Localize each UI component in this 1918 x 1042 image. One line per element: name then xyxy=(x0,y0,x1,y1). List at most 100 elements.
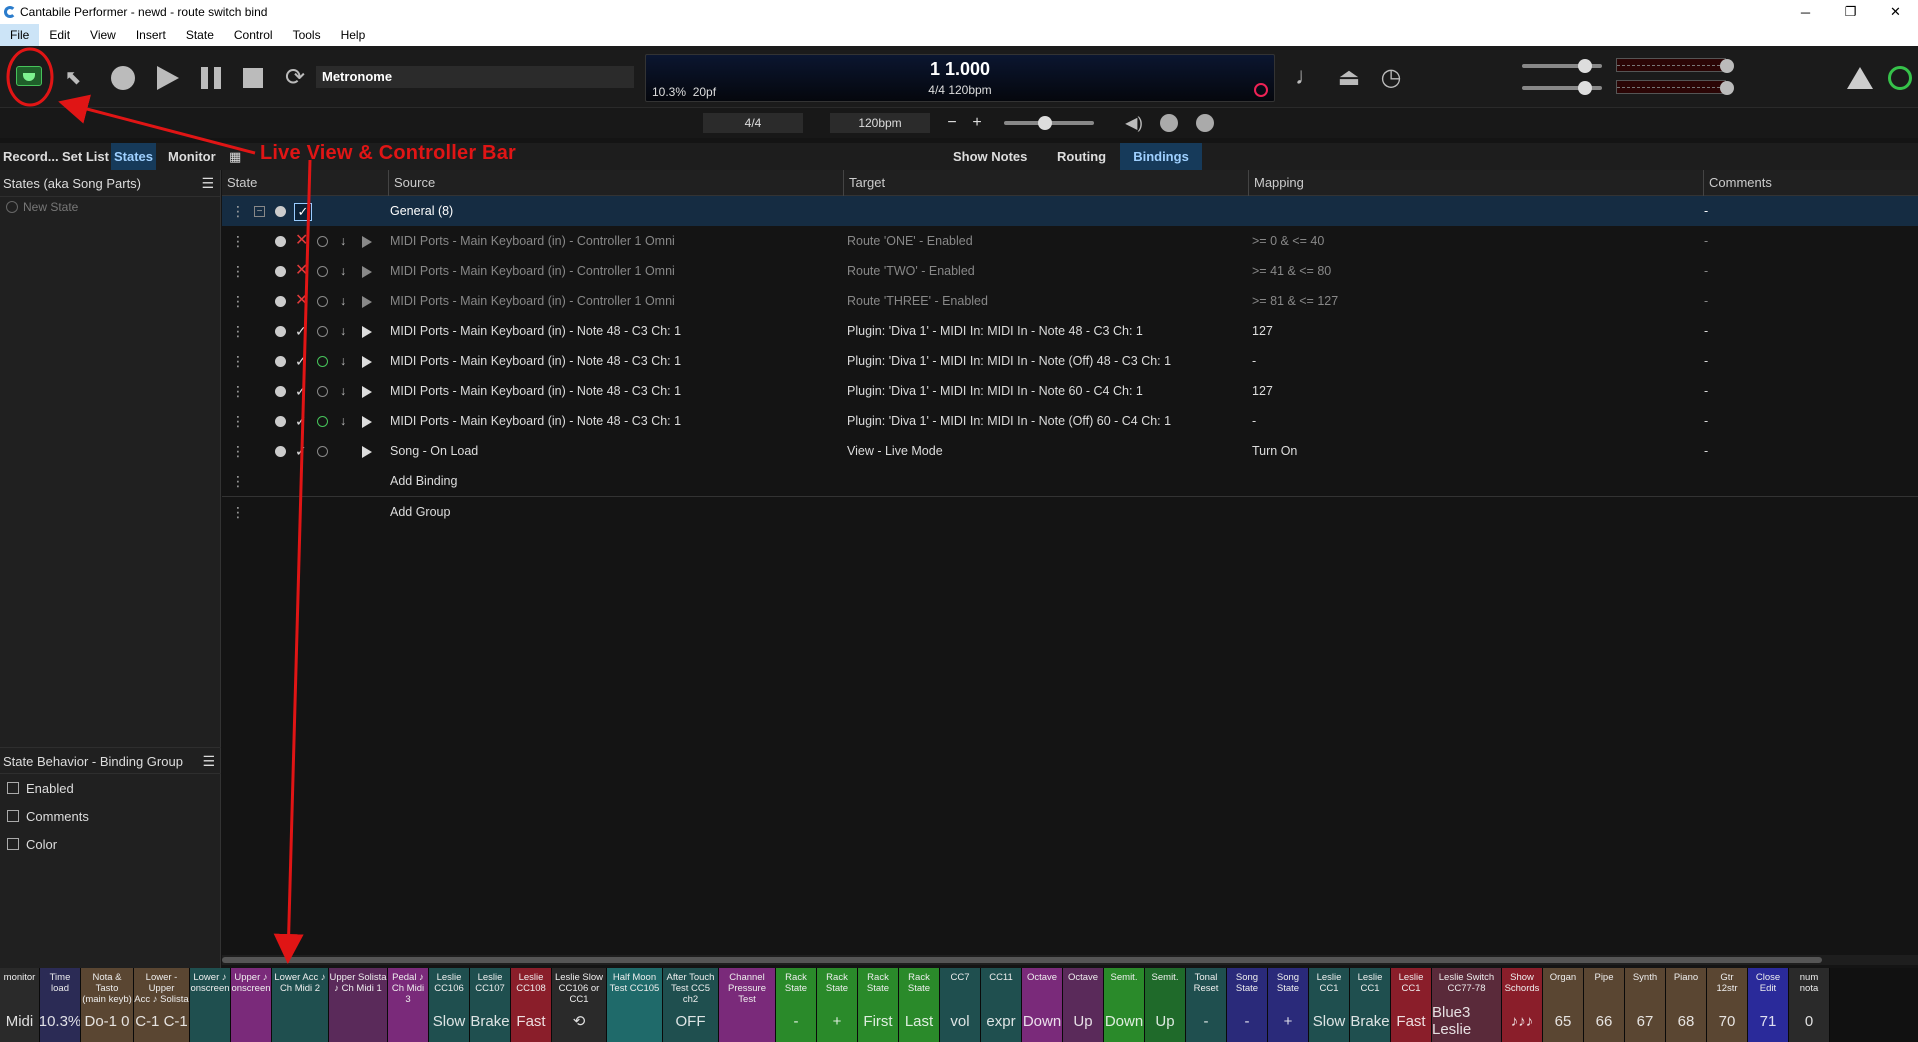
live-view-button[interactable] xyxy=(10,56,48,96)
state-toggle[interactable]: ✓ xyxy=(295,406,307,437)
slider-knob[interactable] xyxy=(1578,81,1592,95)
arrow-down-icon[interactable]: ↓ xyxy=(340,256,346,286)
tab-record[interactable]: Record... xyxy=(0,143,62,170)
play-icon[interactable] xyxy=(362,346,372,376)
clock-icon[interactable] xyxy=(317,286,328,316)
drag-handle-icon[interactable]: ⋮ xyxy=(231,346,245,376)
drag-handle-icon[interactable]: ⋮ xyxy=(231,256,245,286)
controller-button[interactable]: Rack State Last xyxy=(899,968,940,1042)
clock-icon[interactable] xyxy=(1196,114,1214,132)
check-icon[interactable]: ✓ xyxy=(295,383,307,399)
behavior-comments[interactable]: Comments xyxy=(0,802,221,830)
tab-routing[interactable]: Routing xyxy=(1054,143,1109,170)
controller-button[interactable]: Tonal Reset - xyxy=(1186,968,1227,1042)
x-icon[interactable]: ✕ xyxy=(295,292,308,309)
transport-display[interactable]: 1 1.000 4/4 120bpm 10.3% 20pf xyxy=(645,54,1275,102)
play-icon[interactable] xyxy=(362,256,372,286)
checkbox[interactable] xyxy=(7,782,19,794)
column-state[interactable]: State xyxy=(222,170,257,196)
menu-edit[interactable]: Edit xyxy=(39,24,80,46)
drag-handle-icon[interactable]: ⋮ xyxy=(231,226,245,256)
controller-button[interactable]: Song State + xyxy=(1268,968,1309,1042)
column-mapping[interactable]: Mapping xyxy=(1248,170,1304,196)
group-row[interactable]: ⋮ − ✓ General (8) - xyxy=(222,196,1918,226)
behavior-enabled[interactable]: Enabled xyxy=(0,774,221,802)
tab-states[interactable]: States xyxy=(111,143,157,170)
menu-file[interactable]: File xyxy=(0,24,40,46)
tempo-slider[interactable] xyxy=(1004,116,1094,130)
menu-insert[interactable]: Insert xyxy=(126,24,176,46)
power-button[interactable] xyxy=(1886,64,1914,92)
controller-button[interactable]: Leslie CC106 Slow xyxy=(429,968,470,1042)
checkbox[interactable] xyxy=(7,810,19,822)
controller-button[interactable]: num nota 0 xyxy=(1789,968,1830,1042)
controller-button[interactable]: Close Edit 71 xyxy=(1748,968,1789,1042)
tab-set-list[interactable]: Set List xyxy=(59,143,112,170)
state-toggle[interactable]: ✕ xyxy=(295,226,308,256)
controller-button[interactable]: Leslie CC1 Brake xyxy=(1350,968,1391,1042)
drag-handle-icon[interactable]: ⋮ xyxy=(231,286,245,316)
controller-button[interactable]: Leslie CC108 Fast xyxy=(511,968,552,1042)
master-input-slider[interactable] xyxy=(1522,59,1602,73)
play-icon[interactable] xyxy=(362,286,372,316)
menu-view[interactable]: View xyxy=(80,24,126,46)
play-icon[interactable] xyxy=(362,406,372,436)
drag-handle-icon[interactable]: ⋮ xyxy=(231,376,245,406)
loop-icon[interactable]: ⟳ xyxy=(280,63,310,91)
tab-monitor[interactable]: Monitor xyxy=(165,143,219,170)
controller-button[interactable]: Half Moon Test CC105 xyxy=(607,968,663,1042)
controller-button[interactable]: Song State - xyxy=(1227,968,1268,1042)
menu-help[interactable]: Help xyxy=(331,24,376,46)
grid-view-icon[interactable]: ▦ xyxy=(226,143,244,170)
controller-button[interactable]: Leslie CC1 Fast xyxy=(1391,968,1432,1042)
controller-button[interactable]: Upper Solista ♪ Ch Midi 1 xyxy=(329,968,388,1042)
clock-icon[interactable] xyxy=(317,226,328,256)
drag-handle-icon[interactable]: ⋮ xyxy=(231,497,245,527)
drag-handle-icon[interactable]: ⋮ xyxy=(231,316,245,346)
binding-row[interactable]: ⋮ ✓ ↓ MIDI Ports - Main Keyboard (in) - Not… xyxy=(222,346,1918,376)
column-comments[interactable]: Comments xyxy=(1703,170,1772,196)
minimize-button[interactable]: ─ xyxy=(1783,0,1828,24)
tempo-decrease-button[interactable]: − xyxy=(940,113,964,133)
record-alert-icon[interactable] xyxy=(1254,83,1268,97)
check-icon[interactable]: ✓ xyxy=(295,413,307,429)
warning-button[interactable] xyxy=(1846,66,1874,90)
tempo-field[interactable]: 120bpm xyxy=(830,113,930,133)
column-source[interactable]: Source xyxy=(388,170,435,196)
state-toggle[interactable]: ✓ xyxy=(295,376,307,407)
binding-row[interactable]: ⋮ ✕ ↓ MIDI Ports - Main Keyboard (in) - Con… xyxy=(222,286,1918,316)
controller-button[interactable]: Piano 68 xyxy=(1666,968,1707,1042)
x-icon[interactable]: ✕ xyxy=(295,262,308,279)
controller-button[interactable]: Pedal ♪ Ch Midi 3 xyxy=(388,968,429,1042)
add-binding-row[interactable]: ⋮ Add Binding xyxy=(222,466,1918,496)
controller-button[interactable]: Time load 10.3% xyxy=(40,968,81,1042)
play-button[interactable] xyxy=(155,65,181,91)
controller-button[interactable]: Leslie CC1 Slow xyxy=(1309,968,1350,1042)
controller-button[interactable]: Leslie Slow CC106 or CC1 ⟲ xyxy=(552,968,607,1042)
arrow-down-icon[interactable]: ↓ xyxy=(340,316,346,346)
clock-icon[interactable] xyxy=(317,436,328,466)
pause-button[interactable] xyxy=(198,65,224,91)
controller-button[interactable]: Nota & Tasto (main keyb) Do-1 0 xyxy=(81,968,134,1042)
horizontal-scrollbar[interactable] xyxy=(222,955,1918,965)
stop-button[interactable] xyxy=(240,65,266,91)
play-icon[interactable] xyxy=(362,316,372,346)
menu-control[interactable]: Control xyxy=(224,24,283,46)
column-target[interactable]: Target xyxy=(843,170,885,196)
checkbox[interactable] xyxy=(7,838,19,850)
clock-icon[interactable] xyxy=(317,346,328,376)
song-name-field[interactable]: Metronome xyxy=(316,66,634,88)
controller-button[interactable]: Show Schords ♪♪♪ xyxy=(1502,968,1543,1042)
controller-button[interactable]: Semit. Up xyxy=(1145,968,1186,1042)
tap-tempo-icon[interactable]: ◷ xyxy=(1376,62,1406,92)
state-toggle[interactable]: ✓ xyxy=(295,316,307,347)
arrow-down-icon[interactable]: ↓ xyxy=(340,376,346,406)
binding-row[interactable]: ⋮ ✓ ↓ MIDI Ports - Main Keyboard (in) - Not… xyxy=(222,406,1918,436)
controller-button[interactable]: Octave Up xyxy=(1063,968,1104,1042)
controller-button[interactable]: monitor Midi xyxy=(0,968,40,1042)
controller-button[interactable]: Lower - Upper Acc ♪ Solista C-1 C-1 xyxy=(134,968,190,1042)
sync-icon[interactable] xyxy=(1160,114,1178,132)
check-icon[interactable]: ✓ xyxy=(295,353,307,369)
clock-icon[interactable] xyxy=(317,406,328,436)
scrollbar-thumb[interactable] xyxy=(222,957,1822,963)
